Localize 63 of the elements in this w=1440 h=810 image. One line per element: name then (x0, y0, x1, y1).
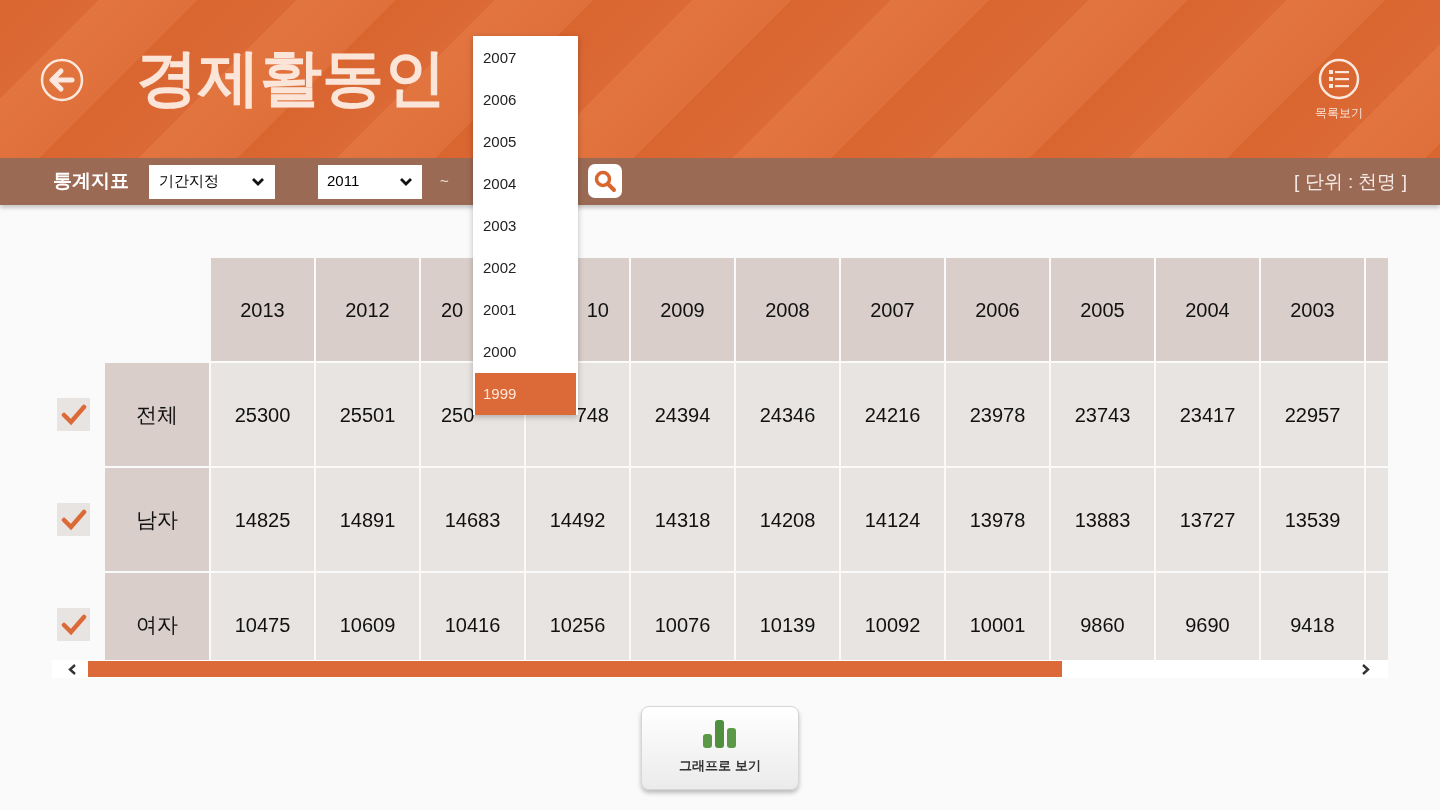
graph-view-button[interactable]: 그래프로 보기 (641, 706, 799, 790)
column-header: 2013 (211, 258, 314, 361)
column-header: 2009 (631, 258, 734, 361)
table-cell: 23743 (1051, 363, 1154, 466)
table-cell: 25300 (211, 363, 314, 466)
row-label: 전체 (105, 363, 209, 466)
table-cell: 9690 (1156, 573, 1259, 660)
table-cell: 14318 (631, 468, 734, 571)
table-cell: 9860 (1051, 573, 1154, 660)
table-cell: 14208 (736, 468, 839, 571)
table-cell: 22957 (1261, 363, 1364, 466)
table-cell: 23417 (1156, 363, 1259, 466)
row-checkbox[interactable] (57, 608, 90, 641)
scrollbar-thumb[interactable] (88, 661, 1062, 677)
scroll-left-icon[interactable] (68, 664, 78, 675)
column-header: 2004 (1156, 258, 1259, 361)
table-cell: 13978 (946, 468, 1049, 571)
scroll-right-icon[interactable] (1360, 664, 1370, 675)
table-cell: 14124 (841, 468, 944, 571)
table-cell: 14683 (421, 468, 524, 571)
indicator-label: 통계지표 (53, 169, 129, 194)
table-cell: 10092 (841, 573, 944, 660)
table-cell: 24346 (736, 363, 839, 466)
page-title: 경제활동인 (136, 40, 446, 116)
row-checkbox[interactable] (57, 398, 90, 431)
bar-chart-icon (701, 720, 739, 749)
table-cell: 14891 (316, 468, 419, 571)
search-icon (593, 169, 617, 193)
row-label: 여자 (105, 573, 209, 660)
column-header: 2006 (946, 258, 1049, 361)
column-header: 2005 (1051, 258, 1154, 361)
column-header: 2008 (736, 258, 839, 361)
table-cell: 10609 (316, 573, 419, 660)
horizontal-scrollbar[interactable] (52, 660, 1388, 678)
table-cell: 25501 (316, 363, 419, 466)
period-select[interactable]: 기간지정 (149, 164, 275, 199)
table-cell: 14825 (211, 468, 314, 571)
chevron-down-icon (251, 176, 265, 187)
table-cell: 24216 (841, 363, 944, 466)
table-cell: 10256 (526, 573, 629, 660)
chevron-down-icon (399, 176, 413, 187)
table-cell: 10076 (631, 573, 734, 660)
column-header: 2003 (1261, 258, 1364, 361)
table-cell: 14492 (526, 468, 629, 571)
table-cell: 13539 (1261, 468, 1364, 571)
unit-label: [ 단위 : 천명 ] (1294, 170, 1407, 194)
table-cell: 24394 (631, 363, 734, 466)
table-cell: 10001 (946, 573, 1049, 660)
list-icon (1318, 58, 1360, 100)
start-year-select[interactable]: 2011 (318, 164, 422, 199)
range-separator: ~ (440, 171, 449, 192)
column-header: 2007 (841, 258, 944, 361)
table-cell: 9418 (1261, 573, 1364, 660)
table-cell: 23978 (946, 363, 1049, 466)
row-checkbox[interactable] (57, 503, 90, 536)
table-cell: 13727 (1156, 468, 1259, 571)
table-cell: 13883 (1051, 468, 1154, 571)
search-button[interactable] (588, 164, 622, 198)
row-label: 남자 (105, 468, 209, 571)
column-header: 2012 (316, 258, 419, 361)
table-cell: 10416 (421, 573, 524, 660)
table-cell: 10139 (736, 573, 839, 660)
table-cell: 10475 (211, 573, 314, 660)
